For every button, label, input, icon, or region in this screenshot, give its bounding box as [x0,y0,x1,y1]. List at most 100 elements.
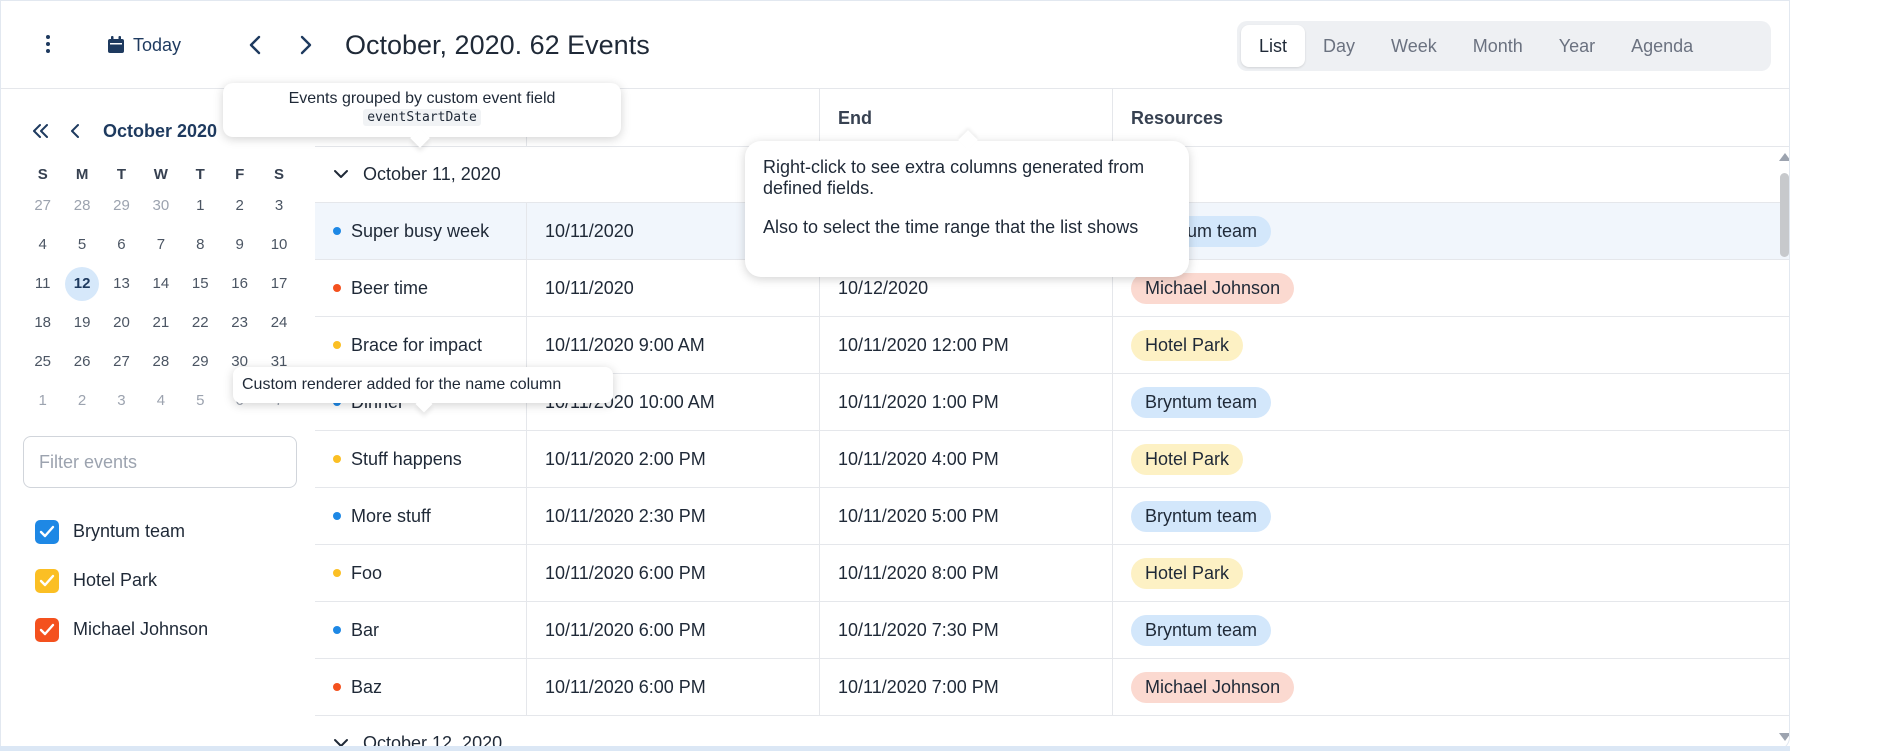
event-name-cell[interactable]: Bar [315,601,527,659]
tab-list[interactable]: List [1241,25,1306,67]
resource-tag[interactable]: Michael Johnson [1131,272,1295,304]
datepicker-day[interactable]: 7 [141,236,180,253]
tab-day[interactable]: Day [1305,25,1373,67]
datepicker-day[interactable]: 24 [259,314,298,331]
datepicker-day[interactable]: 16 [220,275,259,292]
event-name: Beer time [351,277,429,298]
previous-button[interactable] [239,27,271,63]
datepicker-day[interactable]: 5 [181,392,220,409]
table-row[interactable]: Brace for impact 10/11/2020 9:00 AM 10/11/… [315,316,1789,374]
resource-filter-item[interactable]: Michael Johnson [35,605,208,654]
resource-tag[interactable]: Michael Johnson [1131,671,1295,703]
datepicker-day[interactable]: 8 [181,236,220,253]
datepicker-day[interactable]: 27 [102,353,141,370]
chevron-left-icon [71,124,79,138]
datepicker-day[interactable]: 29 [181,353,220,370]
datepicker-day-number: 30 [152,197,170,214]
filter-events-input[interactable] [23,436,297,488]
datepicker-day-number: 19 [73,314,91,331]
datepicker-day[interactable]: 13 [102,275,141,292]
datepicker-day[interactable]: 2 [220,197,259,214]
datepicker-day-number: 1 [38,392,47,409]
datepicker-day[interactable]: 20 [102,314,141,331]
datepicker-day[interactable]: 14 [141,275,180,292]
event-name-cell[interactable]: Stuff happens [315,430,527,488]
datepicker-day[interactable]: 11 [23,275,62,292]
tab-month[interactable]: Month [1455,25,1541,67]
datepicker-day-number: 1 [196,197,205,214]
datepicker-day[interactable]: 9 [220,236,259,253]
kebab-menu-icon[interactable] [37,31,59,57]
datepicker-day-selected[interactable]: 12 [62,266,101,301]
datepicker-day[interactable]: 17 [259,275,298,292]
table-row[interactable]: Bar 10/11/2020 6:00 PM 10/11/2020 7:30 PM B… [315,601,1789,659]
event-color-dot-icon [333,683,341,691]
resource-filter-item[interactable]: Hotel Park [35,556,208,605]
event-name-cell[interactable]: Brace for impact [315,316,527,374]
resource-tag[interactable]: Bryntum team [1131,614,1272,646]
datepicker-day[interactable]: 5 [62,236,101,253]
previous-year-button[interactable] [29,119,53,143]
scrollbar-thumb[interactable] [1780,173,1789,257]
event-color-dot-icon [333,227,341,235]
resource-tag[interactable]: Bryntum team [1131,386,1272,418]
table-row[interactable]: More stuff 10/11/2020 2:30 PM 10/11/2020 5… [315,487,1789,545]
datepicker-day[interactable]: 4 [23,236,62,253]
event-name-cell[interactable]: Beer time [315,259,527,317]
grouping-tooltip: Events grouped by custom event field eve… [223,83,621,137]
renderer-tooltip: Custom renderer added for the name colum… [233,367,613,403]
datepicker-day[interactable]: 6 [102,236,141,253]
event-name-cell[interactable]: Super busy week [315,202,527,260]
checkbox-checked-icon[interactable] [35,617,59,642]
datepicker-day[interactable]: 22 [181,314,220,331]
column-header-resources[interactable]: Resources [1113,89,1789,147]
previous-month-button[interactable] [63,119,87,143]
event-name-cell[interactable]: More stuff [315,487,527,545]
event-name-cell[interactable]: Foo [315,544,527,602]
datepicker-day-number: 13 [113,275,130,292]
event-resources-cell: Hotel Park [1113,545,1789,602]
datepicker-day[interactable]: 1 [181,197,220,214]
datepicker-day[interactable]: 29 [102,197,141,214]
event-name: Bar [351,619,380,640]
resource-tag[interactable]: Hotel Park [1131,443,1244,475]
datepicker-day[interactable]: 26 [62,353,101,370]
datepicker-day[interactable]: 3 [102,392,141,409]
datepicker-day[interactable]: 30 [141,197,180,214]
event-name-cell[interactable]: Baz [315,658,527,716]
tab-week[interactable]: Week [1373,25,1455,67]
datepicker-day[interactable]: 18 [23,314,62,331]
datepicker-day[interactable]: 27 [23,197,62,214]
vertical-scrollbar[interactable] [1778,147,1789,747]
tab-agenda[interactable]: Agenda [1613,25,1711,67]
resource-tag[interactable]: Bryntum team [1131,500,1272,532]
checkbox-checked-icon[interactable] [35,568,59,593]
datepicker-day[interactable]: 19 [62,314,101,331]
resource-tag[interactable]: Hotel Park [1131,329,1244,361]
datepicker-day[interactable]: 15 [181,275,220,292]
scroll-up-icon[interactable] [1779,153,1789,161]
datepicker-day[interactable]: 25 [23,353,62,370]
resource-tag[interactable]: Hotel Park [1131,557,1244,589]
chevron-down-icon[interactable] [333,164,349,185]
tab-year[interactable]: Year [1541,25,1613,67]
datepicker-day[interactable]: 4 [141,392,180,409]
checkbox-checked-icon[interactable] [35,519,59,544]
table-row[interactable]: Baz 10/11/2020 6:00 PM 10/11/2020 7:00 PM M… [315,658,1789,716]
datepicker-day[interactable]: 3 [259,197,298,214]
table-row[interactable]: Stuff happens 10/11/2020 2:00 PM 10/11/202… [315,430,1789,488]
table-row[interactable]: Foo 10/11/2020 6:00 PM 10/11/2020 8:00 PM H… [315,544,1789,602]
datepicker-day[interactable]: 23 [220,314,259,331]
datepicker-day[interactable]: 1 [23,392,62,409]
datepicker-day[interactable]: 2 [62,392,101,409]
datepicker-day[interactable]: 21 [141,314,180,331]
today-button[interactable]: Today [107,27,181,63]
group-header-row[interactable]: October 12, 2020 [315,716,1789,749]
scroll-down-icon[interactable] [1779,733,1789,741]
datepicker-day[interactable]: 28 [141,353,180,370]
next-button[interactable] [290,27,322,63]
datepicker-day-number: 3 [274,197,284,214]
resource-filter-item[interactable]: Bryntum team [35,507,208,556]
datepicker-day[interactable]: 28 [62,197,101,214]
datepicker-day[interactable]: 10 [259,236,298,253]
